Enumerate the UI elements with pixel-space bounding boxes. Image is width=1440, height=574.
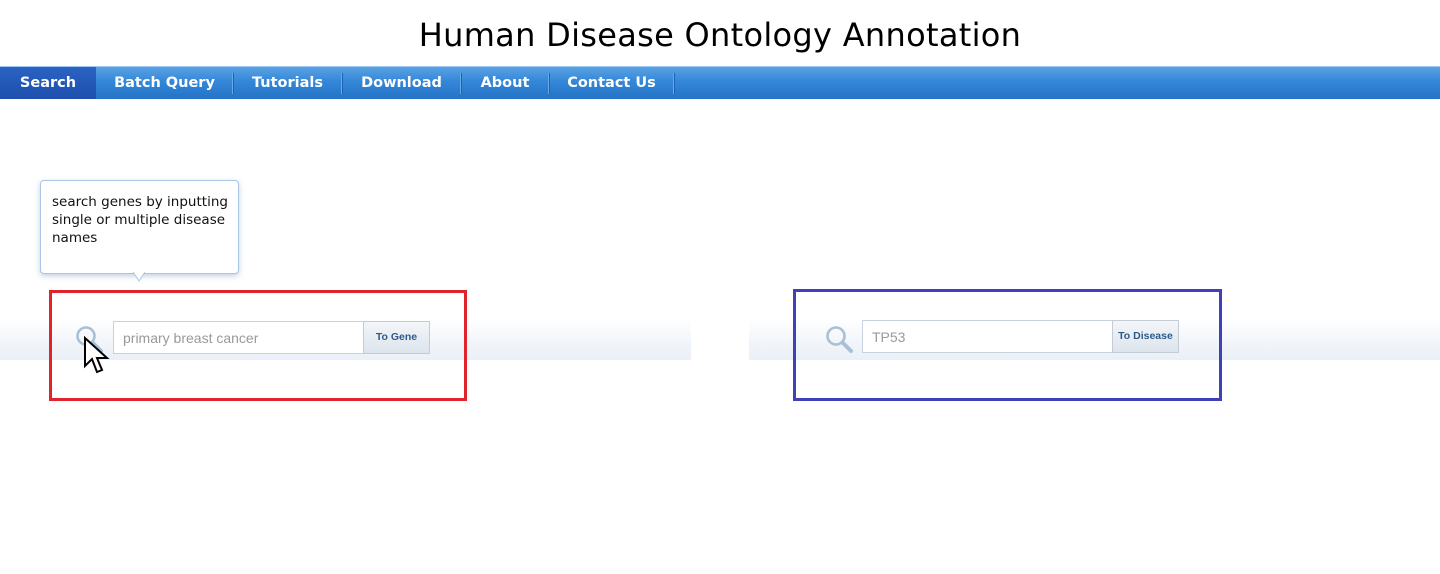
nav-item-about[interactable]: About [462,67,548,99]
nav-item-download[interactable]: Download [343,67,460,99]
help-tooltip: search genes by inputting single or mult… [40,180,239,274]
tooltip-text: search genes by inputting single or mult… [52,194,228,246]
page: Human Disease Ontology Annotation Search… [0,0,1440,574]
nav-item-tutorials[interactable]: Tutorials [234,67,341,99]
search-icon[interactable] [824,324,854,354]
page-title: Human Disease Ontology Annotation [418,16,1022,54]
tooltip-arrow [133,272,145,282]
gene-search-input[interactable] [862,320,1113,353]
nav-item-batch-query[interactable]: Batch Query [96,67,233,99]
main-nav: Search Batch Query Tutorials Download Ab… [0,66,1440,99]
disease-search-input[interactable] [113,321,364,354]
nav-separator [673,73,675,94]
to-gene-button[interactable]: To Gene [363,321,430,354]
nav-item-search[interactable]: Search [0,67,96,99]
nav-item-contact-us[interactable]: Contact Us [550,67,673,99]
mouse-pointer-icon [84,336,110,374]
to-disease-button[interactable]: To Disease [1112,320,1179,353]
